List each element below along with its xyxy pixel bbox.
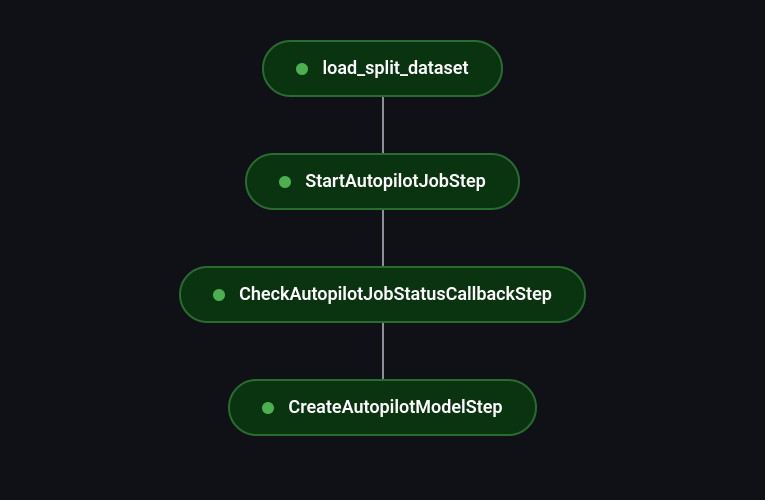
node-label: load_split_dataset <box>322 58 468 79</box>
status-success-icon <box>279 176 291 188</box>
node-start-autopilot-job-step[interactable]: StartAutopilotJobStep <box>245 153 520 210</box>
status-success-icon <box>213 289 225 301</box>
status-success-icon <box>262 402 274 414</box>
pipeline-diagram: load_split_dataset StartAutopilotJobStep… <box>179 40 586 436</box>
node-create-autopilot-model-step[interactable]: CreateAutopilotModelStep <box>228 379 536 436</box>
status-success-icon <box>296 63 308 75</box>
node-label: StartAutopilotJobStep <box>305 171 486 192</box>
node-label: CreateAutopilotModelStep <box>288 397 502 418</box>
node-load-split-dataset[interactable]: load_split_dataset <box>262 40 502 97</box>
node-check-autopilot-job-status-callback-step[interactable]: CheckAutopilotJobStatusCallbackStep <box>179 266 586 323</box>
pipeline-connector <box>382 323 384 379</box>
pipeline-connector <box>382 210 384 266</box>
pipeline-connector <box>382 97 384 153</box>
node-label: CheckAutopilotJobStatusCallbackStep <box>239 284 552 305</box>
